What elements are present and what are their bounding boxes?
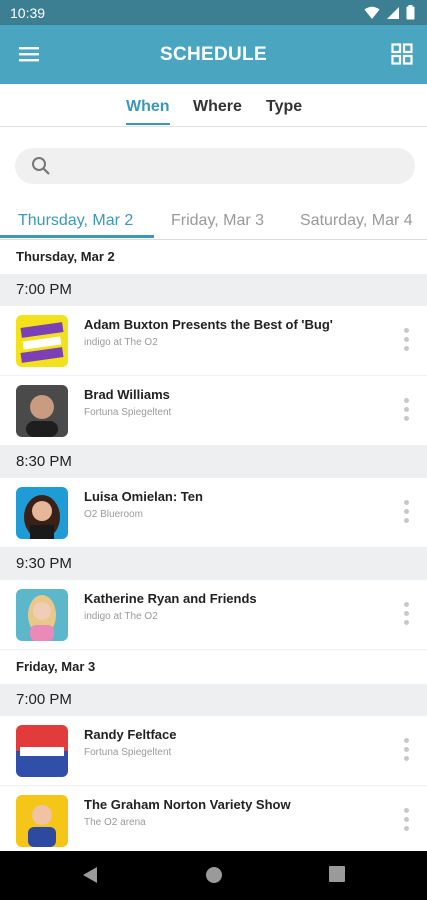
list-item[interactable]: Katherine Ryan and Friends indigo at The…	[0, 580, 427, 650]
signal-icon	[387, 6, 399, 19]
search-icon	[32, 157, 50, 175]
active-tab-indicator	[0, 235, 154, 238]
search-bar[interactable]	[15, 148, 415, 186]
more-options-icon[interactable]	[399, 808, 413, 836]
more-options-icon[interactable]	[399, 500, 413, 528]
event-title: Luisa Omielan: Ten	[84, 489, 203, 504]
time-header: 7:00 PM	[0, 684, 427, 716]
tab-when[interactable]: When	[126, 98, 170, 125]
more-options-icon[interactable]	[399, 398, 413, 426]
day-tabs: Thursday, Mar 2 Friday, Mar 3 Saturday, …	[0, 198, 427, 240]
list-item[interactable]: Brad Williams Fortuna Spiegeltent	[0, 376, 427, 446]
status-bar: 10:39	[0, 0, 427, 25]
list-item[interactable]: Luisa Omielan: Ten O2 Blueroom	[0, 478, 427, 548]
event-title: Randy Feltface	[84, 727, 177, 742]
tab-where[interactable]: Where	[193, 98, 242, 116]
day-header: Thursday, Mar 2	[0, 240, 427, 274]
back-icon[interactable]	[82, 866, 98, 884]
status-icons	[364, 5, 415, 20]
event-venue: Fortuna Spiegeltent	[84, 407, 172, 418]
event-thumbnail	[16, 795, 68, 847]
tab-friday[interactable]: Friday, Mar 3	[171, 212, 264, 230]
home-icon[interactable]	[205, 866, 223, 884]
tab-saturday[interactable]: Saturday, Mar 4	[300, 212, 413, 230]
event-venue: Fortuna Spiegeltent	[84, 747, 172, 758]
system-nav-bar	[0, 851, 427, 900]
tab-thursday[interactable]: Thursday, Mar 2	[18, 212, 133, 230]
event-thumbnail	[16, 725, 68, 777]
app-bar: SCHEDULE	[0, 25, 427, 84]
list-item[interactable]: The Graham Norton Variety Show The O2 ar…	[0, 786, 427, 851]
event-thumbnail	[16, 385, 68, 437]
schedule-list[interactable]: Thursday, Mar 2 7:00 PM Adam Buxton Pres…	[0, 240, 427, 851]
event-venue: indigo at The O2	[84, 611, 158, 622]
event-thumbnail	[16, 589, 68, 641]
more-options-icon[interactable]	[399, 738, 413, 766]
event-title: The Graham Norton Variety Show	[84, 797, 291, 812]
battery-icon	[406, 5, 415, 20]
more-options-icon[interactable]	[399, 328, 413, 356]
event-title: Brad Williams	[84, 387, 170, 402]
list-item[interactable]: Adam Buxton Presents the Best of 'Bug' i…	[0, 306, 427, 376]
recents-icon[interactable]	[329, 866, 345, 882]
more-options-icon[interactable]	[399, 602, 413, 630]
tab-type[interactable]: Type	[266, 98, 302, 116]
time-header: 8:30 PM	[0, 446, 427, 478]
grid-icon[interactable]	[391, 43, 413, 65]
time-header: 7:00 PM	[0, 274, 427, 306]
event-title: Katherine Ryan and Friends	[84, 591, 257, 606]
event-thumbnail	[16, 487, 68, 539]
event-venue: The O2 arena	[84, 817, 146, 828]
event-title: Adam Buxton Presents the Best of 'Bug'	[84, 317, 333, 332]
page-title: SCHEDULE	[160, 44, 267, 65]
time-header: 9:30 PM	[0, 548, 427, 580]
event-thumbnail	[16, 315, 68, 367]
event-venue: O2 Blueroom	[84, 509, 143, 520]
status-time: 10:39	[10, 5, 46, 21]
wifi-icon	[364, 6, 380, 19]
search-input[interactable]	[61, 148, 405, 186]
list-item[interactable]: Randy Feltface Fortuna Spiegeltent	[0, 716, 427, 786]
mode-tabs: When Where Type	[0, 84, 427, 127]
day-header: Friday, Mar 3	[0, 650, 427, 684]
event-venue: indigo at The O2	[84, 337, 158, 348]
